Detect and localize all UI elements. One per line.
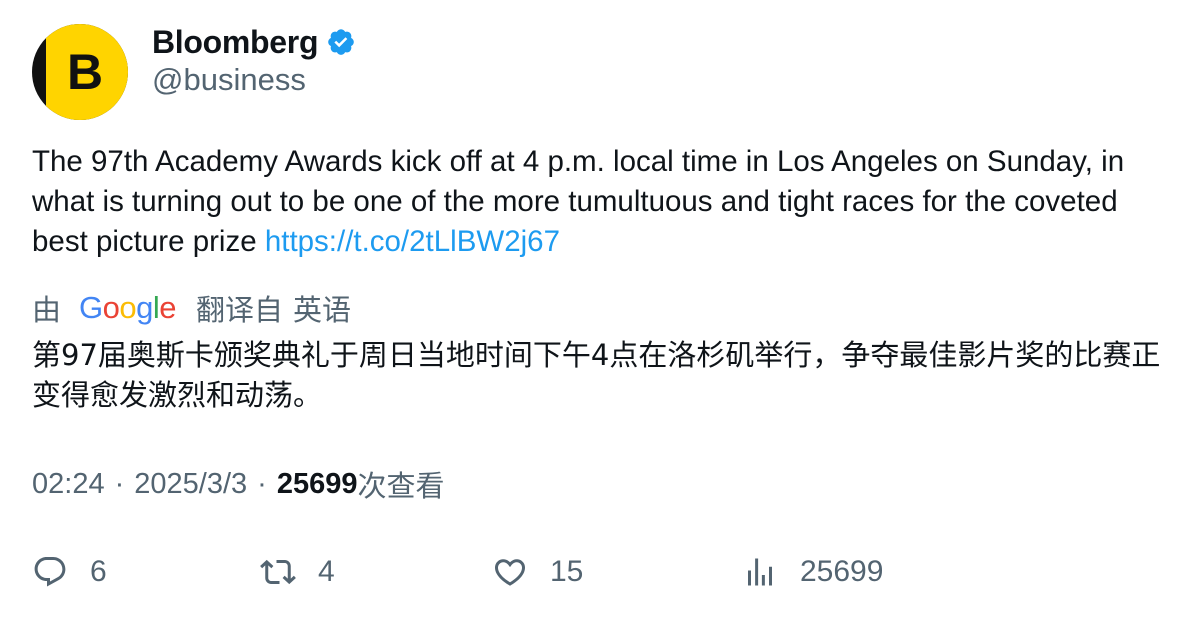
like-button[interactable]: 15	[492, 548, 583, 596]
translated-text: 第97届奥斯卡颁奖典礼于周日当地时间下午4点在洛杉矶举行，争夺最佳影片奖的比赛正…	[32, 338, 1161, 412]
avatar[interactable]: B	[32, 24, 128, 120]
translation-language: 英语	[293, 295, 352, 327]
reply-count: 6	[90, 555, 107, 588]
translation-attribution: 由 Google 翻译自 英语	[32, 288, 351, 328]
retweet-count: 4	[318, 555, 335, 588]
handle[interactable]: @business	[152, 62, 306, 98]
tweet-meta: 02:24 · 2025/3/3 · 25699 次查看	[32, 464, 444, 504]
heart-icon	[494, 559, 526, 586]
retweet-icon	[260, 559, 296, 585]
retweet-button[interactable]: 4	[260, 548, 335, 596]
tweet-link[interactable]: https://t.co/2tLlBW2j67	[265, 225, 560, 258]
like-count: 15	[550, 555, 584, 588]
tweet-body-text: The 97th Academy Awards kick off at 4 p.…	[32, 145, 1125, 258]
views-label: 次查看	[357, 471, 445, 503]
tweet-time[interactable]: 02:24	[32, 468, 105, 501]
tweet-date[interactable]: 2025/3/3	[134, 468, 247, 501]
action-bar: 6 4 15 25699	[0, 548, 1196, 596]
meta-separator: ·	[114, 467, 125, 500]
display-name[interactable]: Bloomberg	[152, 24, 319, 61]
analytics-bars-icon	[748, 558, 772, 586]
avatar-letter: B	[66, 44, 104, 100]
verified-badge-icon[interactable]	[326, 27, 356, 57]
reply-icon	[34, 557, 66, 587]
name-row: Bloomberg	[152, 22, 356, 62]
tweet-text: The 97th Academy Awards kick off at 4 p.…	[32, 142, 1162, 262]
translation-by-label: 由	[32, 295, 62, 327]
views-count: 25699	[276, 467, 358, 500]
reply-button[interactable]: 6	[32, 548, 107, 596]
meta-separator: ·	[257, 467, 267, 500]
translation-from-label: 翻译自	[196, 295, 284, 327]
google-logo: Google	[79, 290, 177, 325]
views-button[interactable]: 25699	[742, 548, 883, 596]
views-action-count: 25699	[800, 555, 884, 588]
